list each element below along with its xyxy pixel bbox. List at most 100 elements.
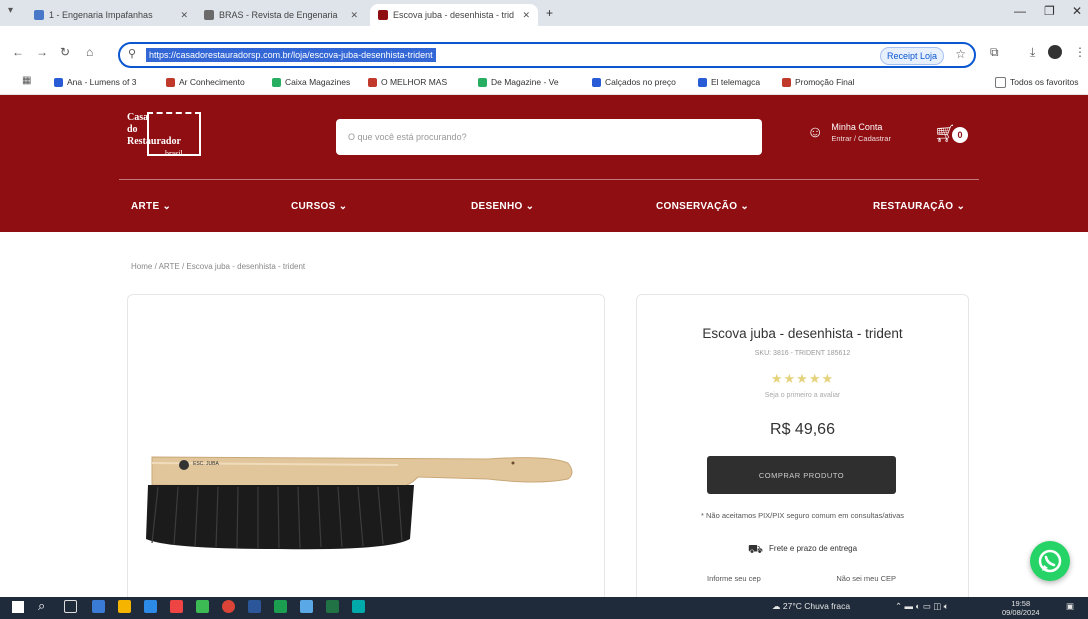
product-title: Escova juba - desenhista - trident xyxy=(702,326,903,341)
bookmark-icon xyxy=(166,77,175,87)
file-explorer-icon[interactable] xyxy=(118,600,131,613)
bookmark-icon xyxy=(54,77,63,87)
new-tab-button[interactable]: + xyxy=(546,6,553,20)
home-icon[interactable]: ⌂ xyxy=(86,45,93,59)
notifications-icon[interactable]: ▣ xyxy=(1066,601,1074,612)
breadcrumb[interactable]: Home / ARTE / Escova juba - desenhista -… xyxy=(131,262,305,271)
brush-image[interactable]: ESC. JUBA xyxy=(128,295,606,605)
nav-item-conservacao[interactable]: CONSERVAÇÃO ⌄ xyxy=(656,201,749,212)
site-logo[interactable]: Casa do Restaurador brasil xyxy=(127,112,205,162)
brand-logo-icon xyxy=(179,460,189,470)
product-price: R$ 49,66 xyxy=(770,421,835,438)
bookmark-icon xyxy=(698,77,707,87)
cart-count-badge: 0 xyxy=(952,127,968,143)
bookmark-item[interactable]: De Magazine - Ve xyxy=(478,75,559,89)
taskbar-app-icon[interactable] xyxy=(92,600,105,613)
account-title: Minha Conta xyxy=(831,122,883,132)
bookmark-item[interactable]: El telemagca xyxy=(698,75,760,89)
bookmark-icon xyxy=(272,77,281,87)
system-tray-icons[interactable]: ⌃ ▬ ◐ ▭ ◫ 🔈︎ xyxy=(895,601,949,612)
close-icon[interactable]: ✕ xyxy=(174,10,188,21)
user-icon: ☺ xyxy=(807,124,824,141)
minimize-icon[interactable]: — xyxy=(1014,4,1026,18)
rating-stars[interactable]: ★★★★★ xyxy=(636,371,969,387)
back-icon[interactable]: ← xyxy=(12,45,24,59)
browser-tab-active[interactable]: Escova juba - desenhista - trid ✕ xyxy=(370,4,538,26)
menu-dots-icon[interactable]: ⋮ xyxy=(1074,45,1086,59)
nav-item-cursos[interactable]: CURSOS ⌄ xyxy=(291,201,347,212)
profile-chip[interactable]: Receipt Loja xyxy=(879,47,944,65)
close-icon[interactable]: ✕ xyxy=(344,10,358,21)
nav-item-restauracao[interactable]: RESTAURAÇÃO ⌄ xyxy=(873,201,965,212)
bookmark-icon xyxy=(478,77,487,87)
browser-tab-1[interactable]: 1 - Engenaria Impafanhas ✕ xyxy=(26,4,196,26)
product-sku: SKU: 3816 - TRIDENT 185612 xyxy=(754,350,851,357)
close-icon[interactable]: ✕ xyxy=(516,10,530,21)
address-bar[interactable]: ⚲ https://casadorestauradorsp.com.br/loj… xyxy=(118,42,976,68)
cep-label: Informe seu cep xyxy=(707,574,761,583)
bookmark-item[interactable]: Ar Conhecimento xyxy=(166,75,245,89)
taskbar-app-icon[interactable] xyxy=(170,600,183,613)
tab-label: 1 - Engenaria Impafanhas xyxy=(49,10,153,20)
taskbar-app-icon[interactable] xyxy=(352,600,365,613)
windows-start-icon[interactable] xyxy=(12,601,24,613)
chevron-down-icon: ⌄ xyxy=(162,201,172,212)
tab-label: BRAS - Revista de Engenaria xyxy=(219,10,338,20)
chevron-down-icon: ⌄ xyxy=(740,201,750,212)
site-favicon-icon xyxy=(378,10,388,20)
excel-icon[interactable] xyxy=(326,600,339,613)
nav-item-desenho[interactable]: DESENHO ⌄ xyxy=(471,201,534,212)
taskbar-app-icon[interactable] xyxy=(274,600,287,613)
site-info-icon[interactable]: ⚲ xyxy=(128,47,136,60)
profile-avatar[interactable] xyxy=(1048,45,1062,59)
taskbar-app-icon[interactable] xyxy=(300,600,313,613)
product-image-card: ESC. JUBA xyxy=(127,294,605,604)
truck-icon: ⛟ xyxy=(747,542,764,556)
chrome-icon[interactable] xyxy=(222,600,235,613)
bookmark-item[interactable]: Ana - Lumens of 3 xyxy=(54,75,136,89)
maximize-icon[interactable]: ❐ xyxy=(1044,4,1055,18)
bookmark-item[interactable]: Caixa Magazines xyxy=(272,75,350,89)
close-window-icon[interactable]: ✕ xyxy=(1072,4,1082,18)
forward-icon[interactable]: → xyxy=(36,45,48,59)
chevron-down-icon: ⌄ xyxy=(525,201,535,212)
downloads-icon[interactable]: ⤓ xyxy=(1030,45,1035,60)
bookmark-star-icon[interactable]: ☆ xyxy=(955,47,966,61)
whatsapp-button[interactable] xyxy=(1030,541,1070,581)
tab-search-icon[interactable]: ▾ xyxy=(8,5,13,16)
extensions-icon[interactable]: ⧉ xyxy=(990,45,999,60)
task-view-icon[interactable] xyxy=(64,600,77,613)
apps-grid-icon[interactable]: ▦ xyxy=(22,75,31,86)
site-icon xyxy=(204,10,214,20)
shipping-calculator[interactable]: ⛟ Frete e prazo de entrega xyxy=(636,542,969,558)
payment-note: * Não aceitamos PIX/PIX seguro comum em … xyxy=(700,511,904,520)
bookmark-item[interactable]: Promoção Final xyxy=(782,75,855,89)
account-link[interactable]: ☺ Minha Conta Entrar / Cadastrar xyxy=(807,122,891,144)
all-bookmarks[interactable]: Todos os favoritos xyxy=(995,75,1079,89)
bookmark-icon xyxy=(782,77,791,87)
reviews-text[interactable]: Seja o primeiro a avaliar xyxy=(636,392,969,399)
word-icon[interactable] xyxy=(248,600,261,613)
bookmark-item[interactable]: O MELHOR MAS xyxy=(368,75,447,89)
site-search-input[interactable]: O que você está procurando? xyxy=(336,119,762,155)
weather-widget[interactable]: ☁︎ 27°C Chuva fraca xyxy=(772,601,850,612)
clock[interactable]: 19:58 09/08/2024 xyxy=(1002,599,1040,617)
browser-tab-2[interactable]: BRAS - Revista de Engenaria ✕ xyxy=(196,4,366,26)
weather-icon: ☁︎ xyxy=(772,601,783,611)
bookmark-icon xyxy=(592,77,601,87)
url-text[interactable]: https://casadorestauradorsp.com.br/loja/… xyxy=(146,48,436,62)
cloud-icon xyxy=(34,10,44,20)
taskbar-app-icon[interactable] xyxy=(196,600,209,613)
nav-item-arte[interactable]: ARTE ⌄ xyxy=(131,201,171,212)
brush-label-text: ESC. JUBA xyxy=(193,461,220,467)
cep-help-link[interactable]: Não sei meu CEP xyxy=(836,574,896,583)
tab-label: Escova juba - desenhista - trid xyxy=(393,10,515,20)
bookmark-item[interactable]: Calçados no preço xyxy=(592,75,676,89)
reload-icon[interactable]: ↻ xyxy=(60,45,70,59)
buy-button[interactable]: COMPRAR PRODUTO xyxy=(707,456,896,494)
search-icon[interactable]: ⌕ xyxy=(38,598,45,614)
chevron-down-icon: ⌄ xyxy=(956,201,966,212)
taskbar-app-icon[interactable] xyxy=(144,600,157,613)
chevron-down-icon: ⌄ xyxy=(338,201,348,212)
header-divider xyxy=(119,179,979,180)
